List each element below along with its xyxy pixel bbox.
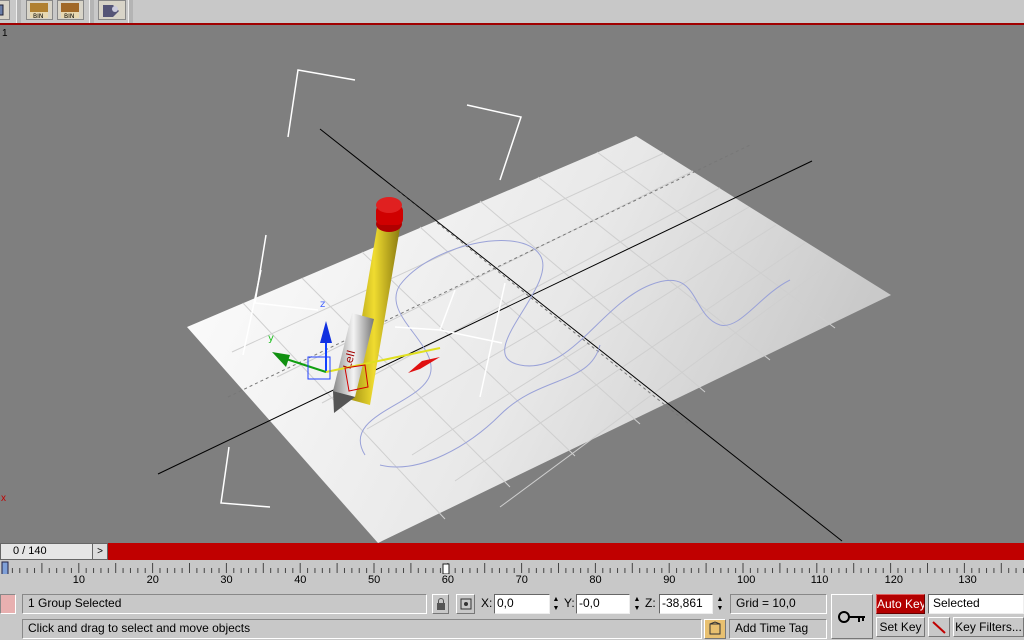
svg-text:z: z: [320, 299, 325, 310]
ruler-label: 20: [146, 574, 159, 586]
selection-lock-toggle[interactable]: [432, 594, 449, 614]
add-time-tag[interactable]: Add Time Tag: [729, 619, 827, 639]
svg-text:BIN: BIN: [64, 13, 74, 19]
z-label: Z:: [645, 596, 656, 610]
toolbar-button-partial[interactable]: [0, 0, 10, 20]
paper-plane[interactable]: [187, 136, 891, 543]
render-button[interactable]: [98, 0, 126, 20]
ruler-label: 120: [884, 574, 903, 586]
toolbar-separator: [16, 0, 21, 23]
key-set-dropdown[interactable]: Selected: [928, 594, 1024, 614]
time-next-button[interactable]: >: [92, 544, 107, 559]
render-icon: [103, 5, 119, 17]
box-icon: [0, 4, 4, 16]
selection-status: 1 Group Selected: [22, 594, 427, 614]
auto-key-button[interactable]: Auto Key: [876, 594, 925, 614]
lock-icon: [436, 598, 445, 610]
time-slider-value: 0 / 140: [13, 545, 47, 557]
default-in-out-tangents[interactable]: [928, 617, 950, 637]
bin-icon: BIN: [30, 3, 48, 20]
grid-spacing: Grid = 10,0: [730, 594, 827, 614]
x-coordinate-field[interactable]: 0,0: [494, 594, 550, 614]
ruler-label: 60: [441, 574, 455, 586]
ruler-label: 110: [810, 574, 829, 586]
key-filters-button[interactable]: Key Filters...: [953, 617, 1024, 637]
x-spinner[interactable]: ▲ ▼: [551, 595, 561, 613]
bin-button-1[interactable]: BIN: [26, 0, 53, 20]
toolbar-separator: [89, 0, 94, 23]
x-label: X:: [481, 596, 493, 610]
y-label: Y:: [564, 596, 575, 610]
bin-icon-2: BIN: [61, 3, 79, 20]
time-tag-icon: [709, 621, 721, 635]
ruler-label: 100: [737, 574, 756, 586]
z-spinner[interactable]: ▲ ▼: [715, 595, 725, 613]
y-spinner[interactable]: ▲ ▼: [632, 595, 642, 613]
absolute-mode-icon: [460, 598, 471, 610]
time-slider-track: 0 / 140 >: [0, 543, 1024, 560]
y-coordinate-field[interactable]: -0,0: [576, 594, 630, 614]
svg-text:BIN: BIN: [33, 13, 43, 19]
z-coordinate-field[interactable]: -38,861: [659, 594, 713, 614]
svg-text:y: y: [268, 333, 274, 344]
ruler-label: 30: [220, 574, 233, 586]
max-script-mini-listener[interactable]: [0, 594, 16, 614]
tangent-icon: [932, 621, 946, 634]
time-tag-button[interactable]: [704, 619, 726, 639]
toolbar-separator: [128, 0, 133, 23]
status-bar: 1 Group Selected Click and drag to selec…: [0, 591, 1024, 640]
main-toolbar: BIN BIN: [0, 0, 1024, 25]
track-bar[interactable]: 10 20 30 40 50 60 70 80 90 100 110 120 130: [0, 560, 1024, 592]
time-slider[interactable]: 0 / 140 >: [0, 543, 108, 560]
ruler-label: 90: [663, 574, 676, 586]
transform-mode-toggle[interactable]: [456, 594, 475, 614]
ruler-label: 70: [515, 574, 528, 586]
set-key-big-button[interactable]: [831, 594, 873, 639]
set-key-button[interactable]: Set Key: [876, 617, 925, 637]
ruler-label: 40: [294, 574, 307, 586]
ruler-label: 130: [958, 574, 977, 586]
perspective-viewport[interactable]: 1 x Lell z y: [0, 25, 1024, 543]
ruler-label: 80: [589, 574, 602, 586]
bin-button-2[interactable]: BIN: [57, 0, 84, 20]
key-icon: [838, 611, 865, 623]
ruler-ticks: [1, 561, 1024, 574]
ruler-label: 10: [72, 574, 86, 586]
scene: Lell z y: [157, 69, 891, 543]
prompt-line: Click and drag to select and move object…: [22, 619, 702, 639]
ruler-label: 50: [368, 574, 381, 586]
